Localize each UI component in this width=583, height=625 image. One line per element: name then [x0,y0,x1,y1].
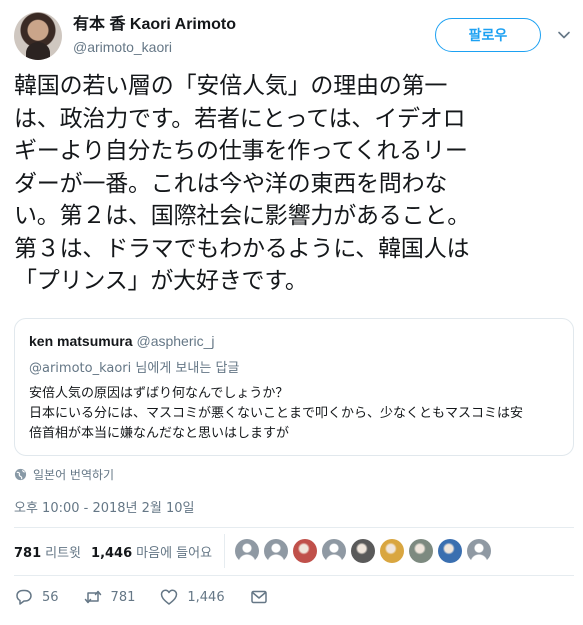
liker-avatars [235,539,492,563]
liker-avatar[interactable] [351,539,376,563]
divider [14,527,574,528]
like-stat-count: 1,446 [91,545,133,561]
heart-icon [161,589,178,605]
author-avatar[interactable] [14,12,62,60]
retweet-stat-label: 리트윗 [45,545,82,561]
quoted-reply-mention: @arimoto_kaori [29,361,132,376]
tweet-header: 有本 香 Kaori Arimoto @arimoto_kaori 팔로우 [14,12,574,62]
like-stat-label: 마음에 들어요 [136,545,213,561]
default-avatar-icon[interactable] [264,539,289,563]
translate-label[interactable]: 일본어 번역하기 [33,466,114,483]
tweet-actions: 56 781 1,446 [14,586,293,608]
envelope-icon [250,590,267,604]
globe-icon [14,468,27,481]
liker-avatar[interactable] [380,539,405,563]
tweet-timestamp[interactable]: 오후 10:00 - 2018년 2월 10일 [14,497,195,516]
like-stat[interactable]: 1,446 마음에 들어요 [91,542,212,561]
quoted-tweet[interactable]: ken matsumura @aspheric_j @arimoto_kaori … [14,318,574,456]
divider [14,575,574,576]
quoted-author-handle: @aspheric_j [136,333,215,349]
quoted-author-name: ken matsumura [29,333,133,349]
follow-button[interactable]: 팔로우 [435,18,541,52]
tweet-text: 韓国の若い層の「安倍人気」の理由の第一 は、政治力です。若者にとっては、イデオロ… [14,73,471,294]
author-display-name[interactable]: 有本 香 Kaori Arimoto [73,15,236,35]
reply-count: 56 [42,589,59,605]
reply-button[interactable]: 56 [14,587,59,607]
retweet-count: 781 [110,589,136,605]
tweet-stats: 781 리트윗 1,446 마음에 들어요 [14,534,574,568]
quoted-tweet-text: 安倍人気の原因はずばり何なんでしょうか？ 日本にいる分には、マスコミが悪くないこ… [29,386,524,441]
liker-avatar[interactable] [293,539,318,563]
chevron-down-icon[interactable] [557,28,571,42]
like-count: 1,446 [187,589,225,605]
retweet-stat-count: 781 [14,545,42,561]
direct-message-button[interactable] [249,587,269,607]
liker-avatar[interactable] [409,539,434,563]
quoted-reply-context: @arimoto_kaori 님에게 보내는 답글 [29,357,239,376]
reply-icon [16,589,32,605]
translate-link[interactable]: 일본어 번역하기 [14,466,114,483]
retweet-stat[interactable]: 781 리트윗 [14,542,81,561]
quoted-tweet-header: ken matsumura @aspheric_j [29,333,215,349]
author-info[interactable]: 有本 香 Kaori Arimoto @arimoto_kaori [73,15,236,57]
like-button[interactable]: 1,446 [159,587,225,607]
retweet-button[interactable]: 781 [83,587,136,607]
liker-avatar[interactable] [438,539,463,563]
default-avatar-icon[interactable] [235,539,260,563]
default-avatar-icon[interactable] [467,539,492,563]
retweet-icon [84,590,101,604]
author-handle[interactable]: @arimoto_kaori [73,37,236,57]
quoted-reply-suffix: 님에게 보내는 답글 [131,361,240,376]
stats-separator [224,534,226,568]
default-avatar-icon[interactable] [322,539,347,563]
